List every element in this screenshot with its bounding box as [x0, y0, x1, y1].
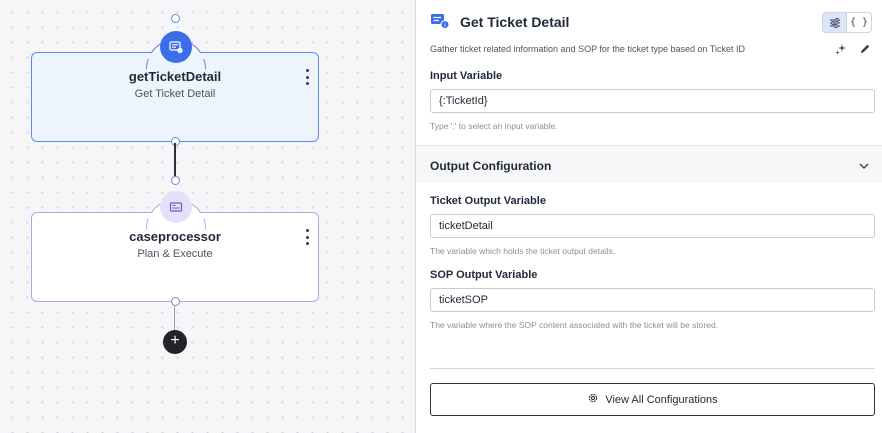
node-subtitle: Plan & Execute: [137, 248, 213, 260]
sliders-icon[interactable]: [823, 13, 847, 32]
panel-description: Gather ticket related information and SO…: [430, 44, 745, 54]
output-port[interactable]: [171, 297, 180, 306]
node-menu-button[interactable]: [304, 69, 310, 85]
svg-text:i: i: [179, 48, 180, 54]
panel-title: Get Ticket Detail: [460, 14, 570, 30]
node-get-ticket-detail[interactable]: i getTicketDetail Get Ticket Detail: [31, 14, 319, 146]
node-menu-button[interactable]: [304, 229, 310, 245]
gear-icon: [587, 392, 599, 407]
ticket-output-variable-label: Ticket Output Variable: [430, 195, 546, 207]
input-variable-label: Input Variable: [430, 70, 503, 82]
chevron-down-icon[interactable]: [858, 159, 870, 171]
divider: [430, 368, 875, 369]
edit-icon[interactable]: [858, 42, 872, 56]
node-config-panel: i Get Ticket Detail { } Gather ticket re…: [415, 0, 882, 433]
ticket-output-variable-field[interactable]: ticketDetail: [430, 214, 875, 238]
input-variable-field[interactable]: {:TicketId}: [430, 89, 875, 113]
panel-header: i Get Ticket Detail { }: [416, 0, 882, 40]
section-title: Output Configuration: [430, 159, 552, 173]
connector-edge[interactable]: [174, 143, 176, 179]
ticket-output-variable-hint: The variable which holds the ticket outp…: [430, 246, 616, 256]
node-title: getTicketDetail: [128, 69, 222, 84]
connector-edge: [174, 306, 175, 332]
json-view-button[interactable]: { }: [847, 13, 871, 32]
ticket-icon: i: [160, 31, 192, 63]
view-all-configurations-button[interactable]: View All Configurations: [430, 383, 875, 416]
node-title: caseprocessor: [129, 229, 221, 244]
ticket-detail-icon: i: [430, 12, 450, 30]
view-mode-toggle: { }: [822, 12, 872, 33]
workflow-canvas[interactable]: i getTicketDetail Get Ticket Detail case…: [0, 0, 415, 433]
input-port[interactable]: [171, 14, 180, 23]
view-all-label: View All Configurations: [605, 393, 718, 406]
sop-output-variable-label: SOP Output Variable: [430, 269, 538, 281]
description-actions: [834, 42, 872, 56]
node-caseprocessor[interactable]: caseprocessor Plan & Execute: [31, 176, 319, 306]
sparkle-icon[interactable]: [834, 42, 848, 56]
input-variable-hint: Type ':' to select an input variable.: [430, 121, 558, 131]
sop-output-variable-field[interactable]: ticketSOP: [430, 288, 875, 312]
card-icon: [160, 191, 192, 223]
input-port[interactable]: [171, 176, 180, 185]
output-configuration-section-header[interactable]: Output Configuration: [416, 145, 882, 183]
add-node-button[interactable]: +: [163, 330, 187, 354]
sop-output-variable-hint: The variable where the SOP content assoc…: [430, 320, 719, 330]
node-subtitle: Get Ticket Detail: [134, 88, 216, 100]
